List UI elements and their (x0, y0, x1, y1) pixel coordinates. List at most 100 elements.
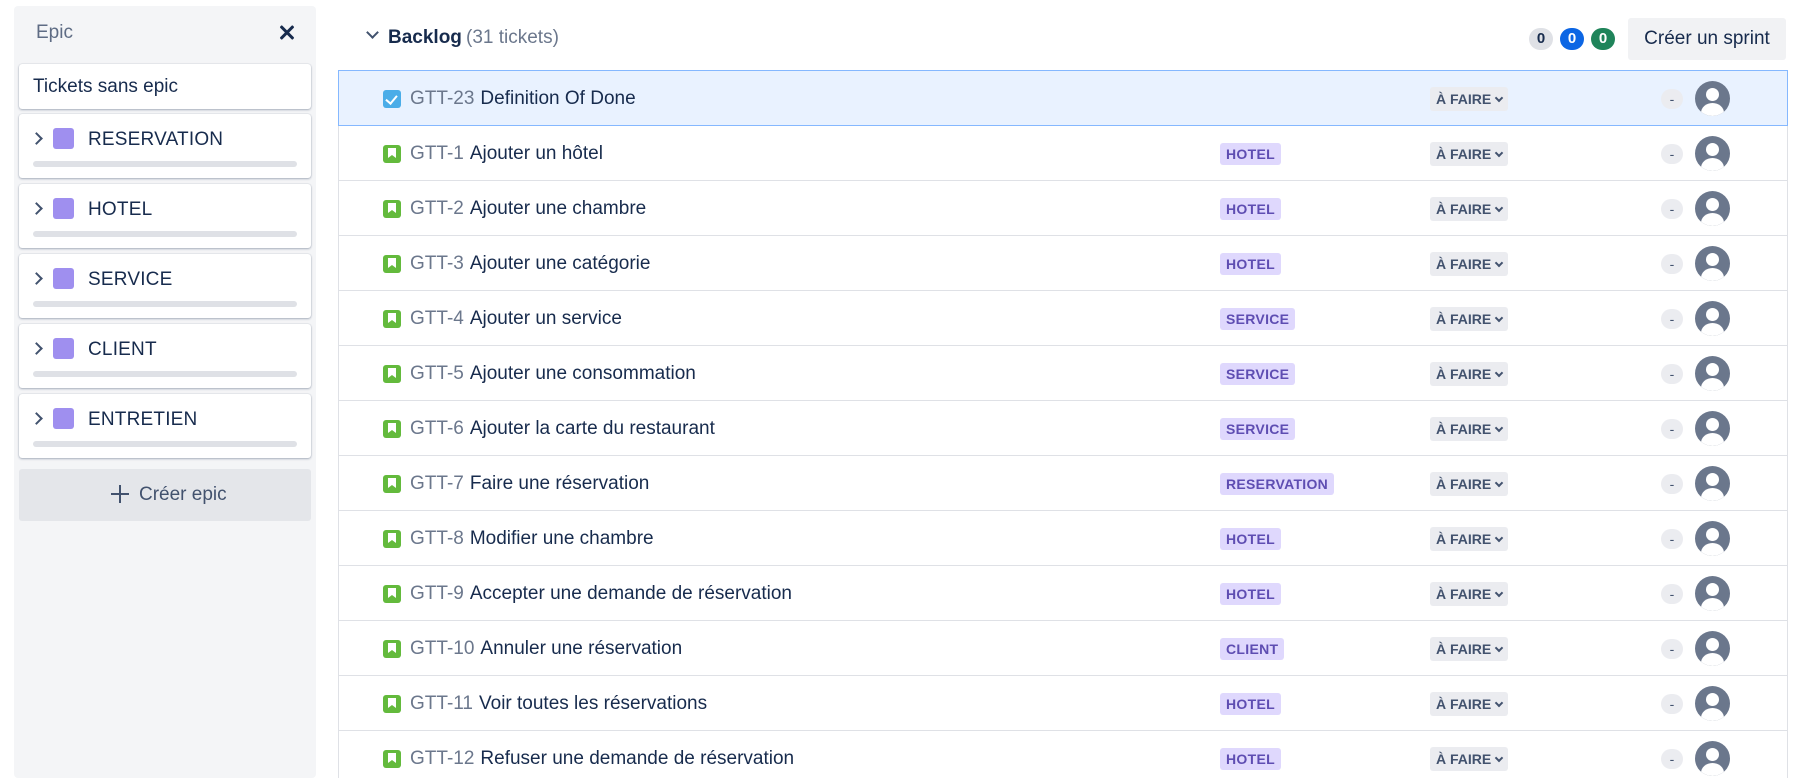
issue-row[interactable]: GTT-23 Definition Of Done À FAIRE - (338, 70, 1788, 126)
issue-key[interactable]: GTT-11 Voir toutes les réservations (410, 693, 707, 715)
epic-lozenge[interactable]: HOTEL (1220, 693, 1281, 715)
status-dropdown[interactable]: À FAIRE (1430, 692, 1509, 716)
epic-item-reservation[interactable]: RESERVATION (19, 114, 311, 178)
epic-item-entretien[interactable]: ENTRETIEN (19, 394, 311, 458)
issue-summary: Faire une réservation (469, 473, 650, 494)
issue-row[interactable]: GTT-9 Accepter une demande de réservation… (339, 566, 1787, 621)
issue-key[interactable]: GTT-2 Ajouter une chambre (410, 198, 646, 220)
epic-progress-bar (33, 301, 297, 307)
issue-key[interactable]: GTT-5 Ajouter une consommation (410, 363, 696, 385)
status-dropdown[interactable]: À FAIRE (1430, 252, 1509, 276)
status-dropdown[interactable]: À FAIRE (1430, 417, 1509, 441)
epic-color-swatch (53, 198, 74, 219)
issue-key-text: GTT-9 (410, 583, 464, 604)
epic-lozenge[interactable]: HOTEL (1220, 198, 1281, 220)
issue-row[interactable]: GTT-2 Ajouter une chambre HOTEL À FAIRE - (339, 181, 1787, 236)
chevron-down-icon (1494, 643, 1504, 653)
assignee-avatar[interactable] (1695, 521, 1730, 556)
chevron-right-icon[interactable] (31, 412, 43, 424)
epic-lozenge[interactable]: HOTEL (1220, 748, 1281, 770)
epic-lozenge[interactable]: SERVICE (1220, 308, 1296, 330)
issue-key[interactable]: GTT-8 Modifier une chambre (410, 528, 654, 550)
issue-key[interactable]: GTT-10 Annuler une réservation (410, 638, 682, 660)
avatar-body (1701, 323, 1724, 336)
status-dropdown[interactable]: À FAIRE (1430, 307, 1509, 331)
chevron-down-icon (1494, 93, 1504, 103)
issue-key[interactable]: GTT-12 Refuser une demande de réservation (410, 748, 794, 770)
epic-item-client[interactable]: CLIENT (19, 324, 311, 388)
issue-row[interactable]: GTT-12 Refuser une demande de réservation… (339, 731, 1787, 778)
epic-color-swatch (53, 128, 74, 149)
assignee-avatar[interactable] (1695, 741, 1730, 776)
issue-row[interactable]: GTT-1 Ajouter un hôtel HOTEL À FAIRE - (339, 126, 1787, 181)
issue-row[interactable]: GTT-3 Ajouter une catégorie HOTEL À FAIRE - (339, 236, 1787, 291)
status-dropdown[interactable]: À FAIRE (1430, 87, 1509, 111)
story-points-badge: - (1661, 749, 1683, 769)
assignee-avatar[interactable] (1695, 466, 1730, 501)
assignee-avatar[interactable] (1695, 136, 1730, 171)
no-epic-filter[interactable]: Tickets sans epic (19, 64, 311, 109)
issue-row[interactable]: GTT-8 Modifier une chambre HOTEL À FAIRE - (339, 511, 1787, 566)
epic-item-hotel[interactable]: HOTEL (19, 184, 311, 248)
status-label: À FAIRE (1436, 311, 1492, 327)
avatar-body (1701, 543, 1724, 556)
status-dropdown[interactable]: À FAIRE (1430, 197, 1509, 221)
epic-item-service[interactable]: SERVICE (19, 254, 311, 318)
assignee-avatar[interactable] (1695, 631, 1730, 666)
epic-lozenge[interactable]: HOTEL (1220, 583, 1281, 605)
assignee-avatar[interactable] (1695, 191, 1730, 226)
assignee-avatar[interactable] (1695, 246, 1730, 281)
status-dropdown[interactable]: À FAIRE (1430, 362, 1509, 386)
epic-lozenge[interactable]: SERVICE (1220, 363, 1296, 385)
avatar-body (1701, 103, 1724, 116)
create-sprint-button[interactable]: Créer un sprint (1628, 18, 1786, 60)
issue-row[interactable]: GTT-7 Faire une réservation RESERVATION À F… (339, 456, 1787, 511)
issue-key[interactable]: GTT-9 Accepter une demande de réservation (410, 583, 792, 605)
issue-key-text: GTT-5 (410, 363, 464, 384)
assignee-avatar[interactable] (1695, 686, 1730, 721)
status-dropdown[interactable]: À FAIRE (1430, 527, 1509, 551)
chevron-right-icon[interactable] (31, 342, 43, 354)
issue-row[interactable]: GTT-11 Voir toutes les réservations HOTEL À… (339, 676, 1787, 731)
assignee-avatar[interactable] (1695, 411, 1730, 446)
epic-lozenge[interactable]: RESERVATION (1220, 473, 1335, 495)
issue-key[interactable]: GTT-6 Ajouter la carte du restaurant (410, 418, 715, 440)
status-dropdown[interactable]: À FAIRE (1430, 637, 1509, 661)
status-dropdown[interactable]: À FAIRE (1430, 747, 1509, 771)
story-type-icon (383, 145, 401, 163)
issue-key[interactable]: GTT-23 Definition Of Done (410, 88, 636, 110)
issue-key[interactable]: GTT-1 Ajouter un hôtel (410, 143, 603, 165)
issue-row[interactable]: GTT-5 Ajouter une consommation SERVICE À FA… (339, 346, 1787, 401)
chevron-right-icon[interactable] (31, 202, 43, 214)
avatar-body (1701, 433, 1724, 446)
epic-name: SERVICE (88, 269, 173, 290)
story-points-badge: - (1661, 364, 1683, 384)
status-dropdown[interactable]: À FAIRE (1430, 142, 1509, 166)
assignee-avatar[interactable] (1695, 576, 1730, 611)
status-dropdown[interactable]: À FAIRE (1430, 582, 1509, 606)
status-label: À FAIRE (1436, 146, 1492, 162)
epic-lozenge[interactable]: HOTEL (1220, 143, 1281, 165)
issue-row[interactable]: GTT-4 Ajouter un service SERVICE À FAIRE - (339, 291, 1787, 346)
issue-key[interactable]: GTT-4 Ajouter un service (410, 308, 622, 330)
assignee-avatar[interactable] (1695, 81, 1730, 116)
assignee-avatar[interactable] (1695, 356, 1730, 391)
status-dropdown[interactable]: À FAIRE (1430, 472, 1509, 496)
issue-key[interactable]: GTT-3 Ajouter une catégorie (410, 253, 650, 275)
issue-key-text: GTT-12 (410, 748, 475, 769)
close-icon[interactable] (274, 20, 300, 46)
create-epic-button[interactable]: Créer epic (19, 469, 311, 521)
epic-lozenge[interactable]: CLIENT (1220, 638, 1285, 660)
issue-row[interactable]: GTT-6 Ajouter la carte du restaurant SERVI… (339, 401, 1787, 456)
in-progress-count-badge: 0 (1560, 28, 1584, 50)
chevron-right-icon[interactable] (31, 272, 43, 284)
chevron-right-icon[interactable] (31, 132, 43, 144)
chevron-down-icon[interactable] (366, 28, 380, 42)
issue-key[interactable]: GTT-7 Faire une réservation (410, 473, 649, 495)
epic-lozenge[interactable]: SERVICE (1220, 418, 1296, 440)
issue-row[interactable]: GTT-10 Annuler une réservation CLIENT À FAI… (339, 621, 1787, 676)
epic-lozenge[interactable]: HOTEL (1220, 253, 1281, 275)
assignee-avatar[interactable] (1695, 301, 1730, 336)
issue-summary: Refuser une demande de réservation (480, 748, 795, 769)
epic-lozenge[interactable]: HOTEL (1220, 528, 1281, 550)
